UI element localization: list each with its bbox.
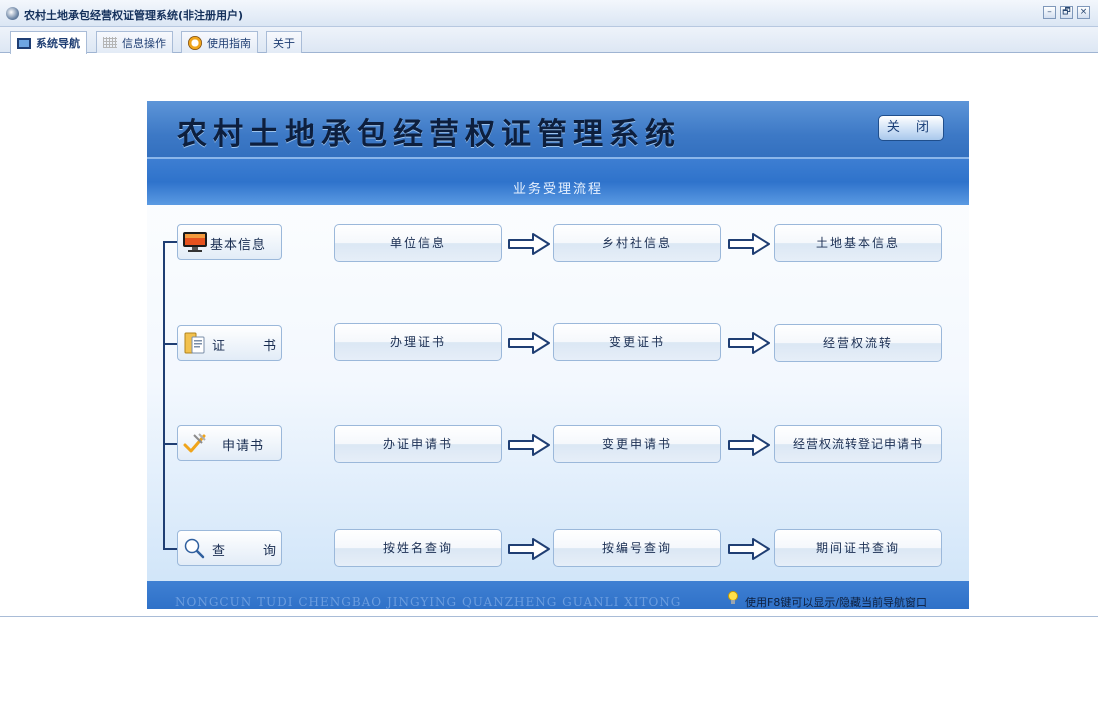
category-application-button[interactable]: 申请书 <box>177 425 282 461</box>
tree-branch-line <box>163 241 178 243</box>
unit-info-button[interactable]: 单位信息 <box>334 224 502 262</box>
arrow-right-icon <box>508 233 550 255</box>
tab-label: 使用指南 <box>207 36 251 50</box>
query-by-name-button[interactable]: 按姓名查询 <box>334 529 502 567</box>
panel-footer: NONGCUN TUDI CHENGBAO JINGYING QUANZHENG… <box>147 581 969 609</box>
help-icon <box>188 35 202 50</box>
category-label: 基本信息 <box>210 238 267 253</box>
restore-button[interactable]: 🗗 <box>1060 6 1073 19</box>
certificate-application-button[interactable]: 办证申请书 <box>334 425 502 463</box>
arrow-right-icon <box>508 434 550 456</box>
land-basic-info-button[interactable]: 土地基本信息 <box>774 224 942 262</box>
period-certificate-query-button[interactable]: 期间证书查询 <box>774 529 942 567</box>
magnifier-icon <box>184 538 205 559</box>
right-transfer-button[interactable]: 经营权流转 <box>774 324 942 362</box>
category-certificate-button[interactable]: 证 书 <box>177 325 282 361</box>
tab-about[interactable]: 关于 <box>266 31 302 53</box>
tab-bar: 系统导航 信息操作 使用指南 关于 <box>0 27 1098 54</box>
tab-label: 信息操作 <box>122 36 166 50</box>
tab-label: 系统导航 <box>36 37 80 50</box>
certificate-icon <box>184 332 205 354</box>
category-query-button[interactable]: 查 询 <box>177 530 282 566</box>
category-label-part: 询 <box>262 544 276 559</box>
category-label: 证 书 <box>212 335 276 354</box>
title-bar: 农村土地承包经营权证管理系统(非注册用户) – 🗗 × <box>0 0 1098 27</box>
tree-branch-line <box>163 548 178 550</box>
footer-hint-text: 使用F8键可以显示/隐藏当前导航窗口 <box>745 596 928 609</box>
category-label-part: 书 <box>262 339 276 354</box>
tree-trunk-line <box>163 241 165 550</box>
tab-user-guide[interactable]: 使用指南 <box>181 31 258 53</box>
arrow-right-icon <box>728 538 770 560</box>
arrow-right-icon <box>508 332 550 354</box>
category-basic-info-button[interactable]: 基本信息 <box>177 224 282 260</box>
village-info-button[interactable]: 乡村社信息 <box>553 224 721 262</box>
category-label: 申请书 <box>222 439 265 454</box>
app-window: 农村土地承包经营权证管理系统(非注册用户) – 🗗 × 系统导航 信息操作 使用… <box>0 0 1098 617</box>
query-by-number-button[interactable]: 按编号查询 <box>553 529 721 567</box>
close-panel-button[interactable]: 关 闭 <box>878 115 944 141</box>
pen-icon <box>183 433 206 453</box>
grid-icon <box>103 37 117 48</box>
arrow-right-icon <box>728 233 770 255</box>
arrow-right-icon <box>508 538 550 560</box>
transfer-registration-application-button[interactable]: 经营权流转登记申请书 <box>774 425 942 463</box>
minimize-button[interactable]: – <box>1043 6 1056 19</box>
panel-header: 农村土地承包经营权证管理系统 关 闭 <box>147 101 969 157</box>
footer-pinyin-text: NONGCUN TUDI CHENGBAO JINGYING QUANZHENG… <box>175 595 682 609</box>
window-title: 农村土地承包经营权证管理系统(非注册用户) <box>24 9 244 22</box>
lightbulb-icon <box>728 591 738 604</box>
navigation-panel: 农村土地承包经营权证管理系统 关 闭 业务受理流程 基本信息 单位信息 乡村社信… <box>147 101 969 609</box>
arrow-right-icon <box>728 332 770 354</box>
tree-branch-line <box>163 343 178 345</box>
arrow-right-icon <box>728 434 770 456</box>
tree-branch-line <box>163 443 178 445</box>
change-certificate-button[interactable]: 变更证书 <box>553 323 721 361</box>
category-label-part: 证 <box>212 339 226 354</box>
category-label: 查 询 <box>212 540 276 559</box>
tab-system-navigation[interactable]: 系统导航 <box>10 31 87 54</box>
issue-certificate-button[interactable]: 办理证书 <box>334 323 502 361</box>
app-logo-icon <box>6 7 19 20</box>
process-title: 业务受理流程 <box>512 182 603 197</box>
process-bar: 业务受理流程 <box>147 157 969 205</box>
close-window-button[interactable]: × <box>1077 6 1090 19</box>
computer-icon <box>183 232 207 252</box>
tab-label: 关于 <box>273 36 295 50</box>
category-label-part: 查 <box>212 544 226 559</box>
panel-title: 农村土地承包经营权证管理系统 <box>177 117 681 152</box>
tab-info-operation[interactable]: 信息操作 <box>96 31 173 53</box>
monitor-icon <box>17 37 31 49</box>
change-application-button[interactable]: 变更申请书 <box>553 425 721 463</box>
